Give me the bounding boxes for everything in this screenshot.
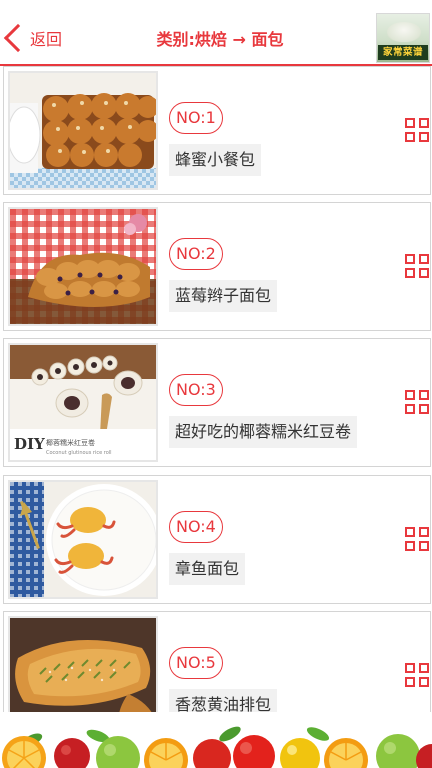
grid-icon[interactable] <box>405 527 429 551</box>
item-number-badge: NO:3 <box>169 374 223 406</box>
recipe-name: 蜂蜜小餐包 <box>169 144 262 176</box>
recipe-name: 蓝莓辫子面包 <box>169 280 278 312</box>
grid-icon[interactable] <box>405 390 429 414</box>
item-number-badge: NO:2 <box>169 238 223 270</box>
recipe-thumbnail <box>8 480 158 599</box>
top-bar: 返回 类别:烘焙 → 面包 家常菜谱 <box>0 0 432 66</box>
page-title-container: 类别:烘焙 → 面包 <box>0 26 432 50</box>
logo-text: 家常菜谱 <box>378 45 428 60</box>
logo-bowl-image <box>387 22 421 42</box>
grid-icon[interactable] <box>405 118 429 142</box>
recipe-card[interactable]: NO:4 章鱼面包 <box>3 475 431 604</box>
item-number-badge: NO:1 <box>169 102 223 134</box>
page-title: 类别:烘焙 → 面包 <box>156 30 284 49</box>
recipe-thumbnail <box>8 207 158 326</box>
fruit-banner-image <box>0 712 432 768</box>
recipe-card[interactable]: DIY 椰蓉糯米红豆卷 Coconut glutinous rice roll … <box>3 338 431 467</box>
grid-icon[interactable] <box>405 254 429 278</box>
recipe-name: 章鱼面包 <box>169 553 246 585</box>
recipe-thumbnail: DIY 椰蓉糯米红豆卷 Coconut glutinous rice roll <box>8 343 158 462</box>
recipe-name: 超好吃的椰蓉糯米红豆卷 <box>169 416 358 448</box>
recipe-card[interactable]: NO:1 蜂蜜小餐包 <box>3 66 431 195</box>
recipe-thumbnail <box>8 71 158 190</box>
item-number-badge: NO:4 <box>169 511 223 543</box>
svg-text:DIY: DIY <box>14 435 45 453</box>
svg-text:椰蓉糯米红豆卷: 椰蓉糯米红豆卷 <box>46 438 95 447</box>
svg-text:Coconut glutinous rice roll: Coconut glutinous rice roll <box>46 450 112 456</box>
recipe-card[interactable]: NO:2 蓝莓辫子面包 <box>3 202 431 331</box>
fruit-banner <box>0 712 432 768</box>
app-logo[interactable]: 家常菜谱 <box>376 13 430 63</box>
grid-icon[interactable] <box>405 663 429 687</box>
item-number-badge: NO:5 <box>169 647 223 679</box>
